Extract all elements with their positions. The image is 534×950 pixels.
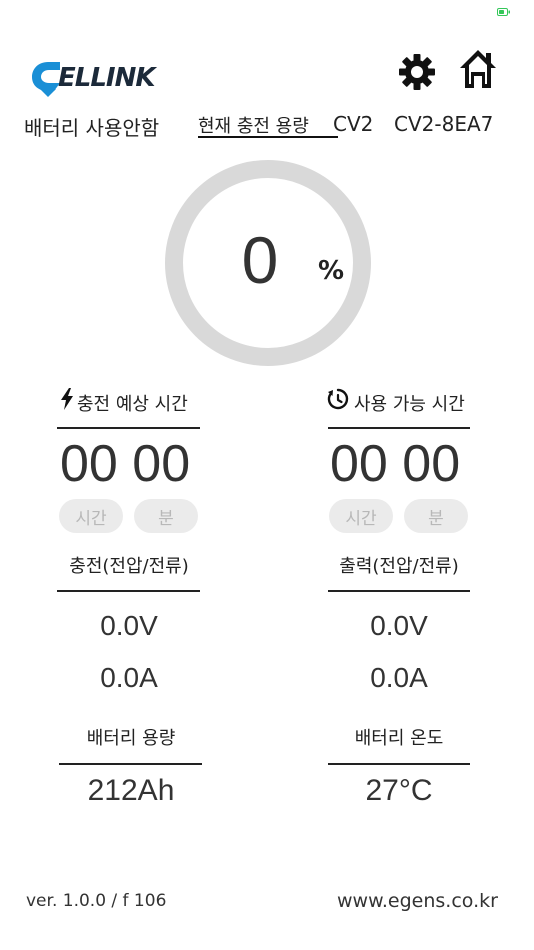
usage-section-title: 출력(전압/전류) bbox=[339, 556, 459, 577]
usage-minute-button[interactable]: 분 bbox=[404, 499, 468, 533]
charge-current: 0.0A bbox=[100, 662, 158, 693]
cellink-logo: ELLINK bbox=[32, 62, 158, 97]
battery-temp-value: 27°C bbox=[365, 774, 433, 807]
capacity-label-underline bbox=[198, 136, 338, 138]
charge-section-title: 충전(전압/전류) bbox=[69, 556, 189, 577]
charge-voltage: 0.0V bbox=[100, 610, 158, 641]
battery-capacity-value: 212Ah bbox=[87, 774, 175, 807]
usage-time-divider bbox=[328, 427, 470, 429]
usage-time-title: 사용 가능 시간 bbox=[354, 394, 465, 415]
charge-time-value: 00 00 bbox=[60, 435, 191, 493]
usage-hour-button[interactable]: 시간 bbox=[329, 499, 393, 533]
battery-temp-title: 배터리 온도 bbox=[354, 728, 444, 749]
version-label: ver. 1.0.0 / f 106 bbox=[26, 891, 167, 911]
usage-time-value: 00 00 bbox=[330, 435, 461, 493]
lightning-icon bbox=[61, 388, 73, 410]
usage-section-divider bbox=[328, 590, 470, 592]
charge-section-divider bbox=[57, 590, 200, 592]
website-link[interactable]: www.egens.co.kr bbox=[337, 890, 498, 912]
gauge-unit: % bbox=[318, 256, 345, 286]
capacity-cv-label: CV2 bbox=[333, 112, 374, 136]
battery-state-label: 배터리 사용안함 bbox=[24, 116, 160, 140]
usage-current: 0.0A bbox=[370, 662, 428, 693]
usage-voltage: 0.0V bbox=[370, 610, 428, 641]
home-icon[interactable] bbox=[458, 48, 498, 90]
gear-icon[interactable] bbox=[397, 52, 437, 92]
timer-icon bbox=[327, 388, 349, 410]
capacity-label[interactable]: 현재 충전 용량 bbox=[198, 112, 309, 138]
gauge-value: 0 bbox=[241, 223, 279, 297]
battery-capacity-divider bbox=[59, 763, 202, 765]
battery-temp-divider bbox=[328, 763, 470, 765]
device-id-label: CV2-8EA7 bbox=[394, 112, 494, 136]
battery-capacity-title: 배터리 용량 bbox=[86, 728, 176, 749]
charge-time-title: 충전 예상 시간 bbox=[77, 394, 188, 415]
charge-hour-button[interactable]: 시간 bbox=[59, 499, 123, 533]
charge-time-divider bbox=[57, 427, 200, 429]
svg-text:ELLINK: ELLINK bbox=[58, 63, 157, 93]
battery-status-icon bbox=[497, 8, 510, 16]
charge-minute-button[interactable]: 분 bbox=[134, 499, 198, 533]
